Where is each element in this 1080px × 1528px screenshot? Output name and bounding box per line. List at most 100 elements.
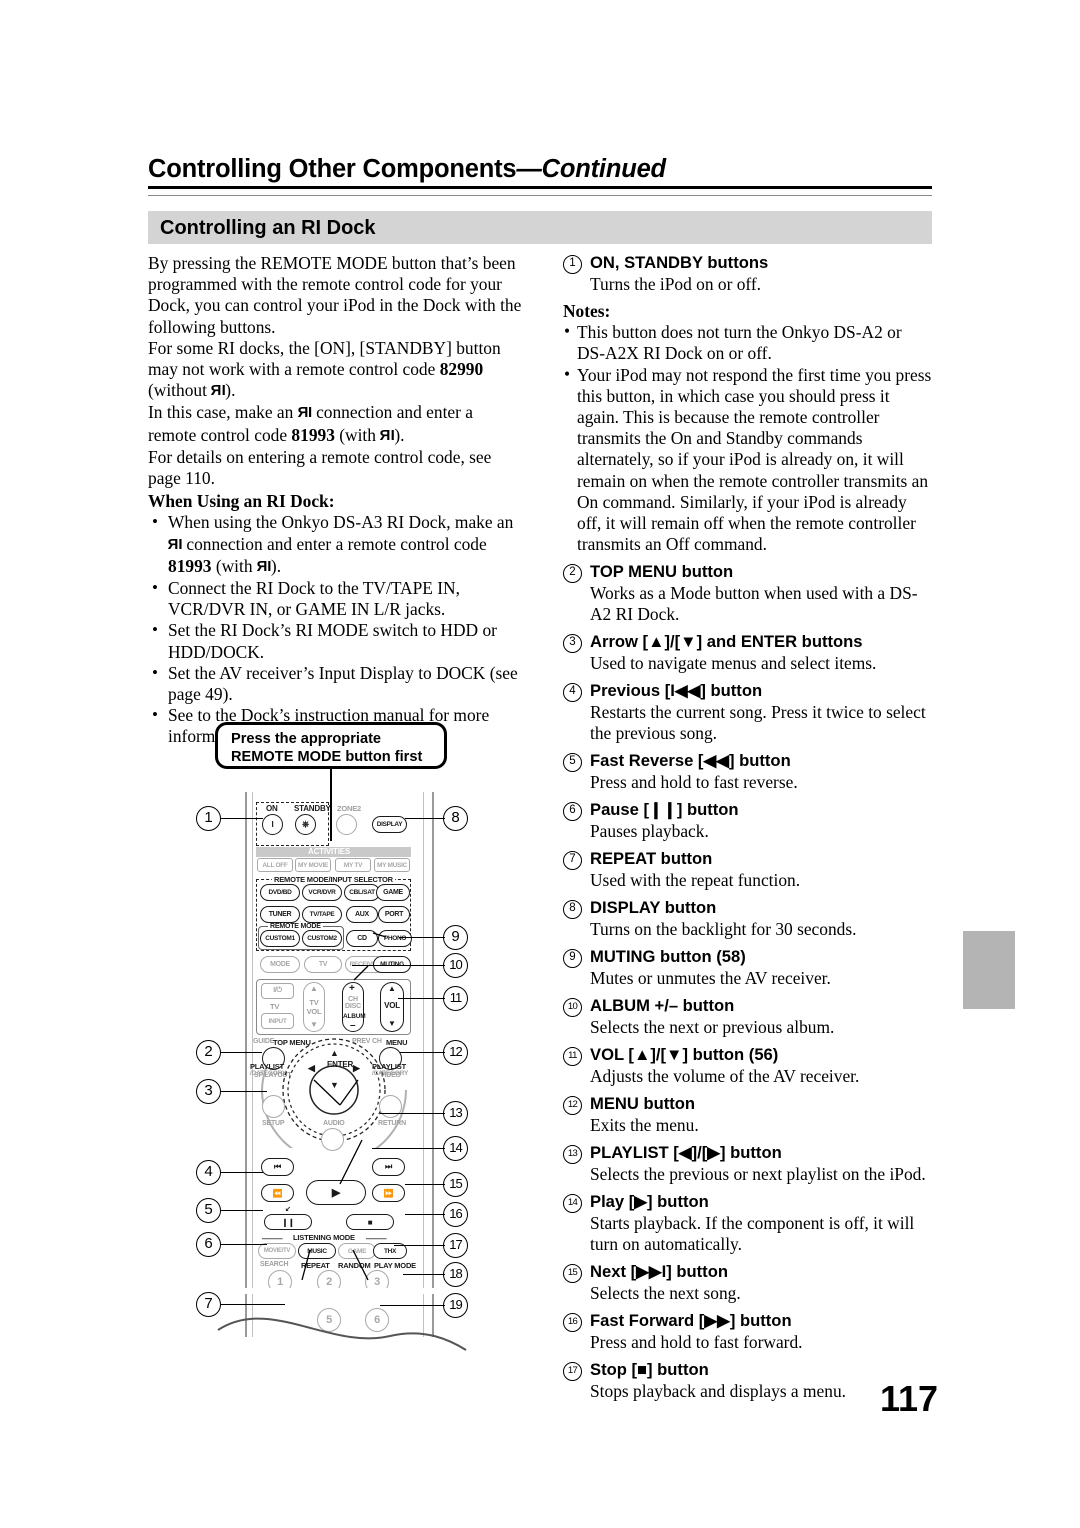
key-item-description: Used with the repeat function. <box>590 870 801 891</box>
key-item-heading: Previous [I◀◀] button <box>590 681 763 701</box>
p3-text-d: ). <box>394 424 405 445</box>
key-item-description: Works as a Mode button when used with a … <box>590 583 918 625</box>
p3-text-a: In this case, make an <box>148 402 298 423</box>
bullet1-text-b: connection and enter a remote control co… <box>182 533 487 554</box>
list-item: When using the Onkyo DS-A3 RI Dock, make… <box>148 511 523 578</box>
key-item-heading: DISPLAY button <box>590 898 717 918</box>
callout-number: 14 <box>563 1194 582 1214</box>
chapter-margin-tab <box>963 931 1015 1009</box>
p3-text-c: (with <box>334 424 381 445</box>
callout-number: 13 <box>563 1145 582 1165</box>
list-item: Set the AV receiver’s Input Display to D… <box>148 662 523 705</box>
key-item-8: 8 DISPLAY button Turns on the backlight … <box>563 898 933 940</box>
callout-number: 2 <box>563 564 582 584</box>
header-rule <box>148 186 932 196</box>
key-item-heading: Arrow [▲]/[▼] and ENTER buttons <box>590 632 863 652</box>
section-heading-band: Controlling an RI Dock <box>148 211 932 244</box>
key-item-heading: MENU button <box>590 1094 696 1114</box>
list-item: Your iPod may not respond the first time… <box>563 364 933 556</box>
key-item-description: Restarts the current song. Press it twic… <box>590 702 926 744</box>
key-item-5: 5 Fast Reverse [◀◀] button Press and hol… <box>563 751 933 793</box>
intro-paragraph-4: For details on entering a remote control… <box>148 446 492 489</box>
bullet1-text-a: When using the Onkyo DS-A3 RI Dock, make… <box>168 512 514 533</box>
remote-code-82990: 82990 <box>439 359 484 380</box>
callout-number: 11 <box>563 1047 582 1067</box>
key-item-description: Starts playback. If the component is off… <box>590 1213 915 1255</box>
p2-text-c: ). <box>225 380 236 401</box>
callout-connector-strokes <box>301 932 387 1281</box>
callout-number: 3 <box>563 634 582 654</box>
ri-logo-icon: RI <box>211 382 226 400</box>
callout-number: 16 <box>563 1313 582 1333</box>
ri-logo-icon: RI <box>256 557 272 575</box>
notes-list: This button does not turn the Onkyo DS-A… <box>563 321 933 556</box>
key-item-description: Selects the next song. <box>590 1283 741 1304</box>
key-item-description: Turns on the backlight for 30 seconds. <box>590 919 857 940</box>
page-running-head: Controlling Other Components—Continued <box>148 155 932 184</box>
callout-number: 5 <box>563 753 582 773</box>
key-item-description: Adjusts the volume of the AV receiver. <box>590 1066 860 1087</box>
callout-number: 9 <box>563 949 582 969</box>
key-item-4: 4 Previous [I◀◀] button Restarts the cur… <box>563 681 933 744</box>
ri-logo-icon: RI <box>168 535 183 553</box>
callout-number: 1 <box>563 255 582 274</box>
key-item-description: Mutes or unmutes the AV receiver. <box>590 968 831 989</box>
page-number: 117 <box>880 1378 939 1419</box>
intro-paragraph-1: By pressing the REMOTE MODE button that’… <box>148 253 522 337</box>
callout-number: 17 <box>563 1362 582 1382</box>
balloon-line-1: Press the appropriate <box>231 731 382 747</box>
key-item-9: 9 MUTING button (58) Mutes or unmutes th… <box>563 947 933 989</box>
list-item: Connect the RI Dock to the TV/TAPE IN, V… <box>148 577 523 620</box>
notes-label: Notes: <box>563 301 611 321</box>
callout-number: 8 <box>563 900 582 920</box>
key-item-15: 15 Next [▶▶I] button Selects the next so… <box>563 1262 933 1304</box>
key-item-6: 6 Pause [❙❙] button Pauses playback. <box>563 800 933 842</box>
notes-block: Notes: This button does not turn the Onk… <box>563 301 933 555</box>
key-item-description: Press and hold to fast reverse. <box>590 772 798 793</box>
key-item-14: 14 Play [▶] button Starts playback. If t… <box>563 1192 933 1255</box>
manual-page: Controlling Other Components—Continued C… <box>0 0 1080 1528</box>
key-item-description: Pauses playback. <box>590 821 709 842</box>
remote-code-81993: 81993 <box>291 424 335 445</box>
remote-code-81993: 81993 <box>168 555 212 576</box>
callout-number: 10 <box>563 998 582 1018</box>
key-item-heading: VOL [▲]/[▼] button (56) <box>590 1045 779 1065</box>
key-item-7: 7 REPEAT button Used with the repeat fun… <box>563 849 933 891</box>
left-column: By pressing the REMOTE MODE button that’… <box>148 253 523 748</box>
running-head-title: Controlling Other Components <box>148 155 517 183</box>
key-item-description: Turns the iPod on or off. <box>590 274 762 294</box>
key-item-3: 3 Arrow [▲]/[▼] and ENTER buttons Used t… <box>563 632 933 674</box>
key-item-heading: Fast Reverse [◀◀] button <box>590 751 791 771</box>
key-item-heading: ON, STANDBY buttons <box>590 253 769 272</box>
key-item-10: 10 ALBUM +/– button Selects the next or … <box>563 996 933 1038</box>
key-item-16: 16 Fast Forward [▶▶] button Press and ho… <box>563 1311 933 1353</box>
key-item-heading: Next [▶▶I] button <box>590 1262 728 1282</box>
p2-text-b: (without <box>148 380 212 401</box>
balloon-stem-line <box>330 769 332 841</box>
intro-paragraph-3: In this case, make an RI connection and … <box>148 402 523 446</box>
intro-paragraph-2: For some RI docks, the [ON], [STANDBY] b… <box>148 338 523 403</box>
running-head-continued: —Continued <box>516 155 666 183</box>
key-item-description: Selects the previous or next playlist on… <box>590 1164 926 1185</box>
subheading-when-using-ri-dock: When Using an RI Dock: <box>148 491 335 512</box>
list-item: This button does not turn the Onkyo DS-A… <box>563 321 933 364</box>
key-item-description: Press and hold to fast forward. <box>590 1332 803 1353</box>
key-item-2: 2 TOP MENU button Works as a Mode button… <box>563 562 933 625</box>
key-item-heading: MUTING button (58) <box>590 947 746 967</box>
key-item-heading: Pause [❙❙] button <box>590 800 739 820</box>
key-item-description: Exits the menu. <box>590 1115 699 1136</box>
callout-number: 4 <box>563 683 582 703</box>
key-item-description: Used to navigate menus and select items. <box>590 653 877 674</box>
callout-number: 15 <box>563 1264 582 1284</box>
key-item-heading: Play [▶] button <box>590 1192 709 1212</box>
callout-number: 12 <box>563 1096 582 1116</box>
bullet1-text-d: ). <box>270 555 282 576</box>
ri-dock-bullet-list: When using the Onkyo DS-A3 RI Dock, make… <box>148 511 523 747</box>
key-item-heading: Fast Forward [▶▶] button <box>590 1311 792 1331</box>
callout-number: 6 <box>563 802 582 822</box>
key-item-description: Selects the next or previous album. <box>590 1017 835 1038</box>
key-item-13: 13 PLAYLIST [◀]/[▶] button Selects the p… <box>563 1143 933 1185</box>
bullet1-text-c: (with <box>211 555 257 576</box>
figure-callout-balloon: Press the appropriate REMOTE MODE button… <box>215 722 447 769</box>
balloon-line-2: REMOTE MODE button first <box>231 749 423 765</box>
